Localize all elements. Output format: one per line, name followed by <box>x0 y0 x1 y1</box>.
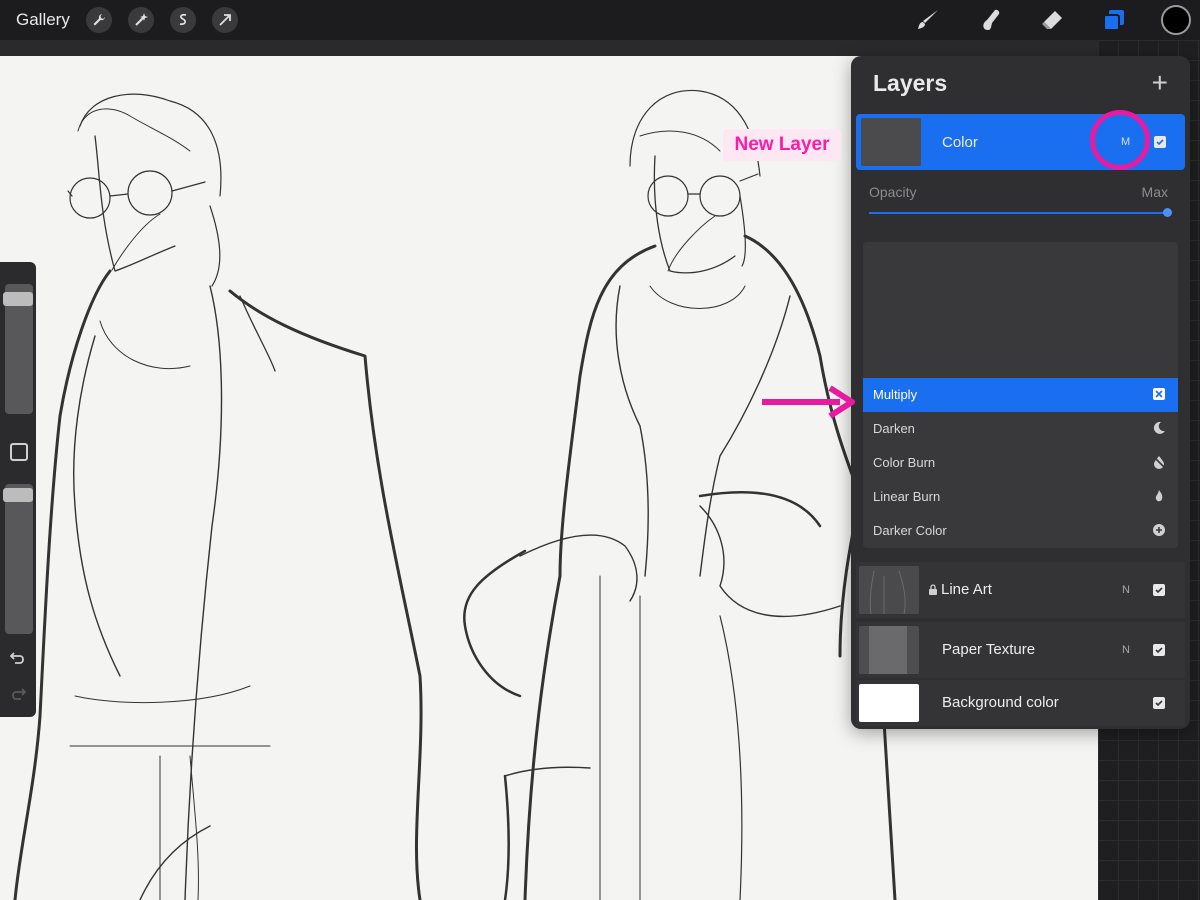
plus-circle-icon <box>1153 524 1165 536</box>
modifier-button[interactable] <box>10 443 28 461</box>
gallery-button[interactable]: Gallery <box>16 10 70 30</box>
arrow-annotation-icon <box>762 385 855 419</box>
layer-row-paper-texture[interactable]: Paper Texture N <box>856 622 1185 678</box>
current-color-swatch[interactable] <box>1161 5 1191 35</box>
blend-mode-multiply[interactable]: Multiply <box>863 378 1178 412</box>
layer-thumbnail <box>861 118 921 166</box>
moon-icon <box>1153 421 1165 434</box>
layer-thumbnail <box>859 626 919 674</box>
blend-mode-label: Multiply <box>873 387 918 402</box>
brush-opacity-slider[interactable] <box>5 484 33 634</box>
blend-mode-darken[interactable]: Darken <box>863 412 1178 446</box>
color-burn-icon <box>1153 456 1165 469</box>
blend-mode-label: Darker Color <box>873 523 947 538</box>
multiply-icon <box>1153 388 1165 400</box>
layer-visibility-checkbox[interactable] <box>1153 584 1165 596</box>
layer-name-text: Line Art <box>941 581 992 598</box>
layers-panel-title: Layers <box>873 70 948 96</box>
undo-icon[interactable] <box>8 648 28 668</box>
layer-name: Background color <box>942 694 1059 711</box>
layer-name: Paper Texture <box>942 641 1036 658</box>
layer-thumbnail <box>859 684 919 722</box>
left-sidebar <box>0 262 36 717</box>
top-toolbar: Gallery <box>0 0 1200 40</box>
transform-arrow-icon[interactable] <box>211 7 238 33</box>
magic-wand-icon[interactable] <box>127 7 154 33</box>
blend-mode-label: Linear Burn <box>873 489 941 504</box>
eraser-icon[interactable] <box>1037 5 1067 35</box>
new-layer-annotation: New Layer <box>723 129 841 161</box>
blend-mode-list: Multiply Darken Color Burn Linear Burn D… <box>863 242 1178 548</box>
blend-mode-linear-burn[interactable]: Linear Burn <box>863 480 1178 514</box>
blend-mode-label: Color Burn <box>873 455 936 470</box>
layer-row-background-color[interactable]: Background color <box>856 680 1185 726</box>
layer-name: Color <box>942 134 978 151</box>
brush-size-knob[interactable] <box>3 292 33 306</box>
layer-row-line-art[interactable]: Line Art N <box>856 562 1185 618</box>
smudge-icon[interactable] <box>975 5 1005 35</box>
opacity-max-label: Max <box>1141 184 1168 200</box>
redo-icon[interactable] <box>8 684 28 704</box>
opacity-label: Opacity <box>869 184 917 200</box>
brush-opacity-knob[interactable] <box>3 488 33 502</box>
layer-visibility-checkbox[interactable] <box>1153 644 1165 656</box>
wrench-icon[interactable] <box>85 7 112 33</box>
add-layer-button[interactable]: + <box>1152 69 1168 97</box>
opacity-slider-knob[interactable] <box>1163 208 1172 217</box>
layer-thumbnail <box>859 566 919 615</box>
layer-visibility-checkbox[interactable] <box>1153 697 1165 709</box>
brush-icon[interactable] <box>913 5 943 35</box>
opacity-slider[interactable] <box>869 212 1167 214</box>
blend-mode-darker-color[interactable]: Darker Color <box>863 514 1178 548</box>
right-tool-group <box>913 0 1200 40</box>
lock-icon <box>929 584 937 595</box>
flame-icon <box>1155 490 1163 502</box>
blend-mode-color-burn[interactable]: Color Burn <box>863 446 1178 480</box>
highlight-circle-annotation <box>1090 110 1150 170</box>
blend-mode-button[interactable]: N <box>1122 644 1130 656</box>
selection-s-icon[interactable] <box>169 7 196 33</box>
layer-visibility-checkbox[interactable] <box>1154 136 1166 148</box>
blend-mode-button[interactable]: N <box>1122 584 1130 596</box>
blend-mode-label: Darken <box>873 421 915 436</box>
layers-icon[interactable] <box>1099 5 1129 35</box>
layer-name: Line Art <box>928 581 992 598</box>
